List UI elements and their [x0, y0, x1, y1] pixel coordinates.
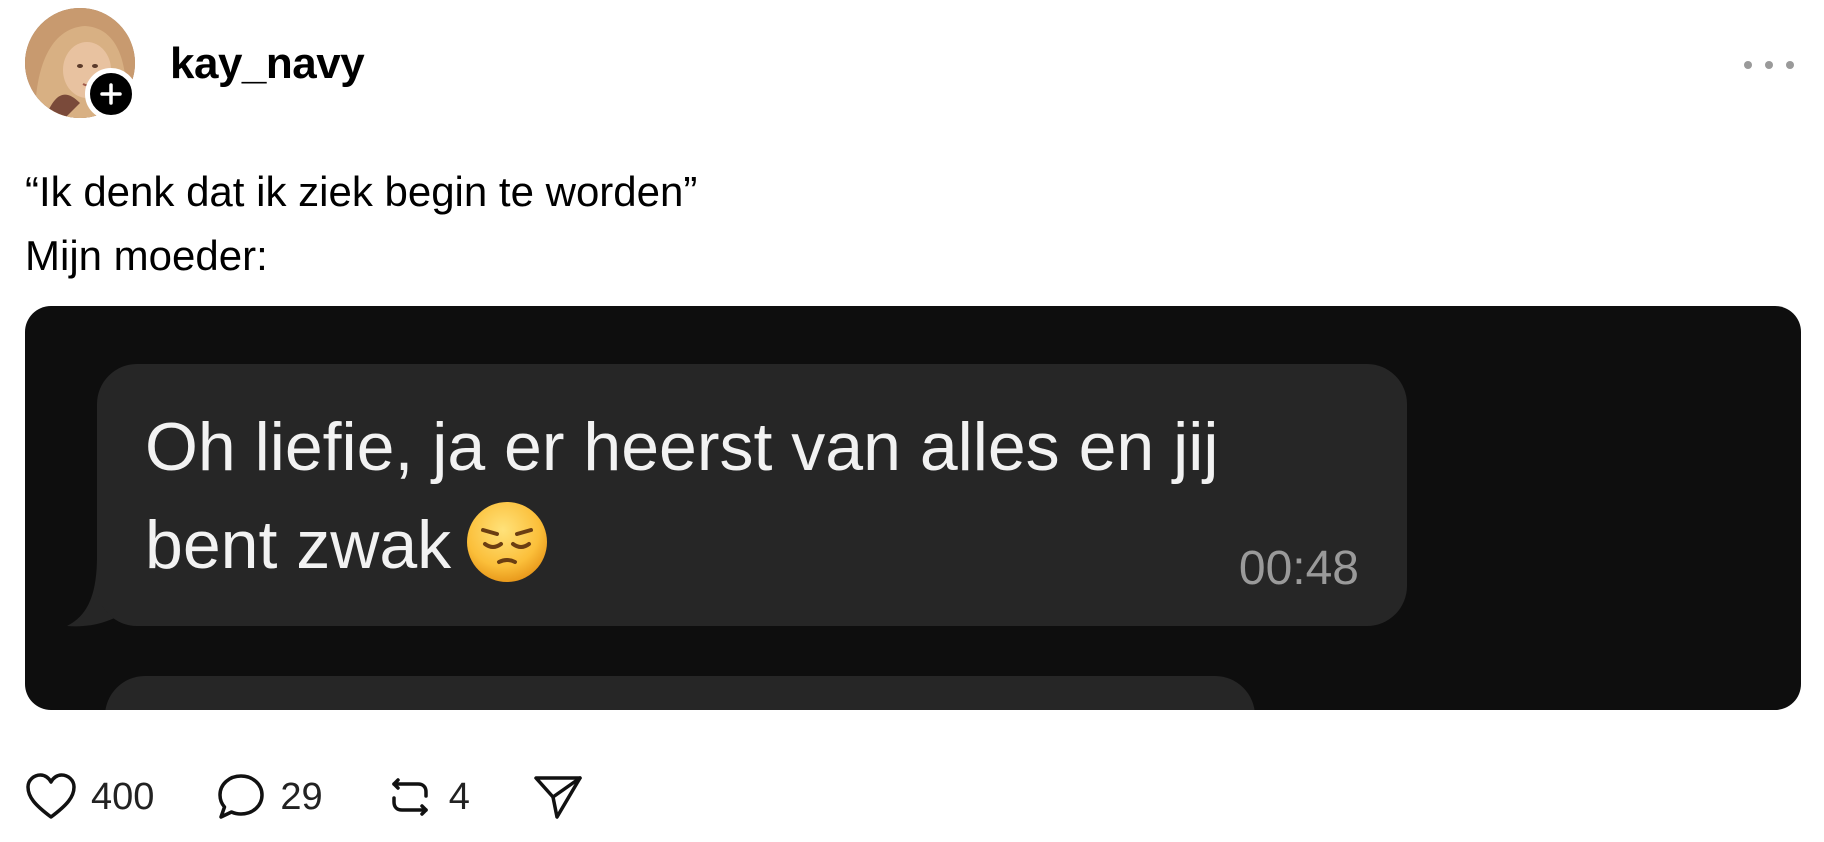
- message-line: bent zwak: [145, 496, 1385, 594]
- repost-button[interactable]: 4: [385, 772, 470, 822]
- comment-icon: [218, 774, 265, 819]
- action-bar: 400 29 4: [25, 772, 646, 822]
- more-dot: [1786, 61, 1794, 69]
- post-caption: “Ik denk dat ik ziek begin te worden” Mi…: [25, 160, 697, 288]
- message-line-text: bent zwak: [145, 507, 452, 583]
- message-line: Oh liefie, ja er heerst van alles en jij: [145, 409, 1219, 485]
- caption-line: Mijn moeder:: [25, 232, 268, 279]
- repost-count: 4: [448, 775, 470, 818]
- send-icon: [534, 776, 582, 819]
- repost-icon: [391, 778, 428, 816]
- username[interactable]: kay_navy: [170, 38, 365, 90]
- post-image[interactable]: Oh liefie, ja er heerst van alles en jij…: [25, 306, 1801, 710]
- caption-line: “Ik denk dat ik ziek begin te worden”: [25, 168, 698, 215]
- share-button[interactable]: [532, 773, 584, 821]
- like-button[interactable]: 400: [25, 773, 154, 821]
- message-timestamp: 00:48: [1238, 542, 1359, 595]
- heart-icon: [26, 773, 76, 819]
- reply-button[interactable]: 29: [216, 772, 323, 822]
- post: kay_navy “Ik denk dat ik ziek begin te w…: [0, 0, 1824, 842]
- message-bubble: Oh liefie, ja er heerst van alles en jij…: [97, 364, 1407, 626]
- message-text: Oh liefie, ja er heerst van alles en jij…: [145, 398, 1385, 594]
- avatar-container: [25, 8, 137, 120]
- message-bubble-partial: [105, 676, 1255, 710]
- reply-count: 29: [280, 775, 323, 818]
- pensive-face-icon: [467, 502, 548, 582]
- more-options-button[interactable]: [1744, 50, 1794, 80]
- like-count: 400: [91, 775, 155, 818]
- more-dot: [1744, 61, 1752, 69]
- follow-button[interactable]: [85, 68, 137, 120]
- plus-icon: [100, 83, 122, 105]
- more-dot: [1765, 61, 1773, 69]
